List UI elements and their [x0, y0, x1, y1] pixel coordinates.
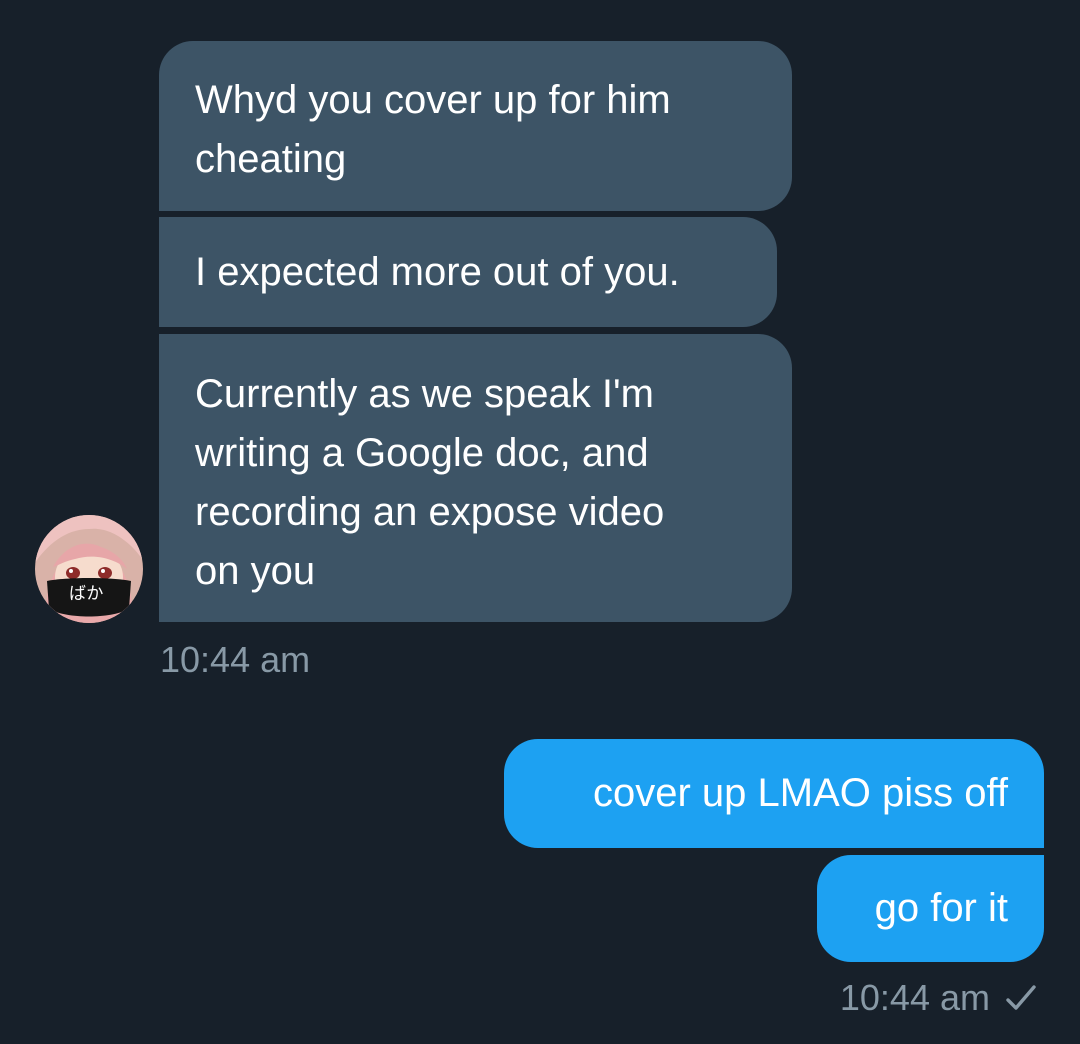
incoming-message-bubble[interactable]: Currently as we speak I'm writing a Goog… [159, 334, 792, 622]
incoming-message-bubble[interactable]: I expected more out of you. [159, 217, 777, 327]
avatar-illustration [35, 515, 143, 623]
avatar-mask-text: ばか [69, 584, 104, 604]
sender-avatar[interactable]: ばか [35, 515, 143, 623]
outgoing-message-bubble[interactable]: cover up LMAO piss off [504, 739, 1044, 848]
incoming-message-bubble[interactable]: Whyd you cover up for him cheating [159, 41, 792, 211]
outgoing-message-bubble[interactable]: go for it [817, 855, 1044, 962]
outgoing-timestamp: 10:44 am [839, 977, 990, 1018]
checkmark-icon [1006, 985, 1036, 1010]
incoming-timestamp: 10:44 am [160, 639, 311, 680]
